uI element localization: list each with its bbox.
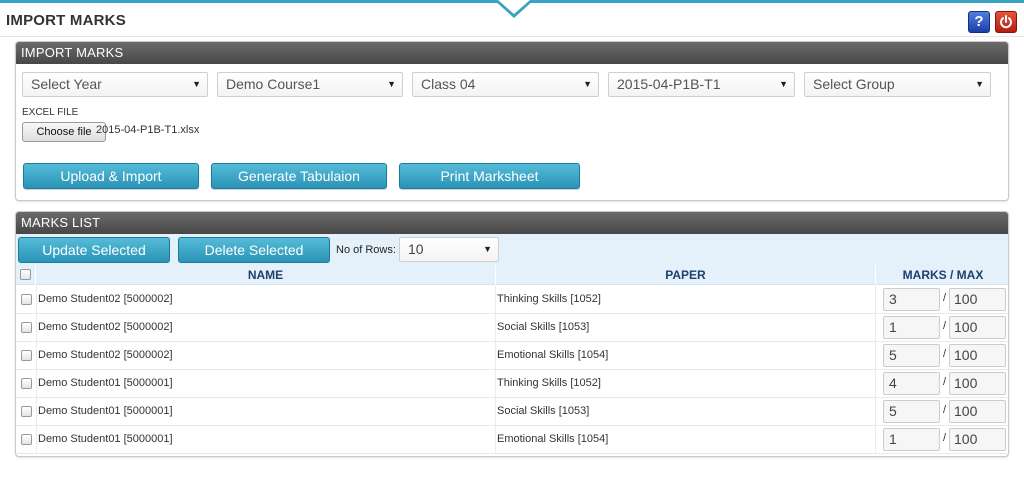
select-all-cell	[16, 265, 36, 285]
excel-file-label: EXCEL FILE	[22, 107, 79, 118]
chevron-down-icon: ▼	[387, 79, 396, 89]
paper-name: Thinking Skills [1052]	[497, 293, 601, 305]
student-name: Demo Student01 [5000001]	[38, 433, 173, 445]
chevron-down-icon: ▼	[975, 79, 984, 89]
print-marksheet-button[interactable]: Print Marksheet	[399, 163, 580, 189]
paper-name: Social Skills [1053]	[497, 321, 590, 333]
row-checkbox[interactable]	[21, 294, 32, 305]
class-select[interactable]: Class 04 ▼	[412, 72, 599, 97]
logout-button[interactable]	[995, 11, 1017, 33]
table-row: Demo Student01 [5000001] Thinking Skills…	[16, 370, 1008, 398]
max-marks-input[interactable]: 100	[949, 288, 1006, 311]
table-row: Demo Student01 [5000001] Social Skills […	[16, 398, 1008, 426]
row-checkbox[interactable]	[21, 322, 32, 333]
select-all-checkbox[interactable]	[20, 269, 31, 280]
group-select[interactable]: Select Group ▼	[804, 72, 991, 97]
rows-per-page-select[interactable]: 10 ▼	[399, 237, 499, 262]
marks-list-panel: MARKS LIST Update Selected Delete Select…	[15, 211, 1009, 457]
choose-file-button[interactable]: Choose file	[22, 122, 106, 142]
power-icon	[1000, 15, 1012, 29]
year-select-value: Select Year	[31, 76, 102, 92]
column-header-paper[interactable]: PAPER	[496, 265, 876, 285]
help-button[interactable]: ?	[968, 11, 990, 33]
table-row: Demo Student01 [5000001] Emotional Skill…	[16, 426, 1008, 454]
row-checkbox[interactable]	[21, 406, 32, 417]
table-row: Demo Student02 [5000002] Emotional Skill…	[16, 342, 1008, 370]
max-marks-input[interactable]: 100	[949, 428, 1006, 451]
group-select-value: Select Group	[813, 76, 895, 92]
marks-input[interactable]: 5	[883, 400, 940, 423]
column-header-marks[interactable]: MARKS / MAX	[876, 265, 1008, 285]
top-bar-notch-inner	[498, 0, 530, 14]
exam-select[interactable]: 2015-04-P1B-T1 ▼	[608, 72, 795, 97]
row-checkbox[interactable]	[21, 434, 32, 445]
marks-separator: /	[943, 432, 947, 444]
help-icon: ?	[974, 13, 984, 30]
upload-import-button[interactable]: Upload & Import	[23, 163, 199, 189]
rows-per-page-value: 10	[408, 241, 424, 257]
student-name: Demo Student02 [5000002]	[38, 321, 173, 333]
update-selected-button[interactable]: Update Selected	[18, 237, 170, 263]
generate-tabulation-button[interactable]: Generate Tabulaion	[211, 163, 387, 189]
exam-select-value: 2015-04-P1B-T1	[617, 76, 721, 92]
marks-separator: /	[943, 292, 947, 304]
row-checkbox[interactable]	[21, 378, 32, 389]
marks-input[interactable]: 1	[883, 316, 940, 339]
table-header: NAME PAPER MARKS / MAX	[16, 265, 1008, 285]
max-marks-input[interactable]: 100	[949, 316, 1006, 339]
paper-name: Emotional Skills [1054]	[497, 349, 609, 361]
marks-separator: /	[943, 404, 947, 416]
marks-separator: /	[943, 348, 947, 360]
rows-per-page-label: No of Rows:	[336, 244, 396, 256]
marks-toolbar: Update Selected Delete Selected No of Ro…	[16, 234, 1008, 265]
max-marks-input[interactable]: 100	[949, 344, 1006, 367]
column-header-name[interactable]: NAME	[36, 265, 496, 285]
chevron-down-icon: ▼	[779, 79, 788, 89]
marks-input[interactable]: 3	[883, 288, 940, 311]
marks-input[interactable]: 4	[883, 372, 940, 395]
max-marks-input[interactable]: 100	[949, 400, 1006, 423]
import-marks-panel: IMPORT MARKS Select Year ▼ Demo Course1 …	[15, 41, 1009, 201]
marks-input[interactable]: 5	[883, 344, 940, 367]
year-select[interactable]: Select Year ▼	[22, 72, 208, 97]
delete-selected-button[interactable]: Delete Selected	[178, 237, 330, 263]
student-name: Demo Student02 [5000002]	[38, 293, 173, 305]
paper-name: Emotional Skills [1054]	[497, 433, 609, 445]
paper-name: Thinking Skills [1052]	[497, 377, 601, 389]
marks-input[interactable]: 1	[883, 428, 940, 451]
chevron-down-icon: ▼	[483, 244, 492, 254]
title-divider	[0, 36, 1024, 37]
row-checkbox[interactable]	[21, 350, 32, 361]
table-row: Demo Student02 [5000002] Social Skills […	[16, 314, 1008, 342]
class-select-value: Class 04	[421, 76, 476, 92]
marks-separator: /	[943, 320, 947, 332]
chevron-down-icon: ▼	[192, 79, 201, 89]
student-name: Demo Student02 [5000002]	[38, 349, 173, 361]
paper-name: Social Skills [1053]	[497, 405, 590, 417]
page-title: IMPORT MARKS	[6, 12, 126, 29]
selected-file-name: 2015-04-P1B-T1.xlsx	[96, 124, 200, 136]
student-name: Demo Student01 [5000001]	[38, 377, 173, 389]
course-select-value: Demo Course1	[226, 76, 321, 92]
chevron-down-icon: ▼	[583, 79, 592, 89]
marks-separator: /	[943, 376, 947, 388]
marks-list-header: MARKS LIST	[16, 212, 1008, 234]
table-row: Demo Student02 [5000002] Thinking Skills…	[16, 286, 1008, 314]
max-marks-input[interactable]: 100	[949, 372, 1006, 395]
student-name: Demo Student01 [5000001]	[38, 405, 173, 417]
import-marks-header: IMPORT MARKS	[16, 42, 1008, 64]
course-select[interactable]: Demo Course1 ▼	[217, 72, 403, 97]
